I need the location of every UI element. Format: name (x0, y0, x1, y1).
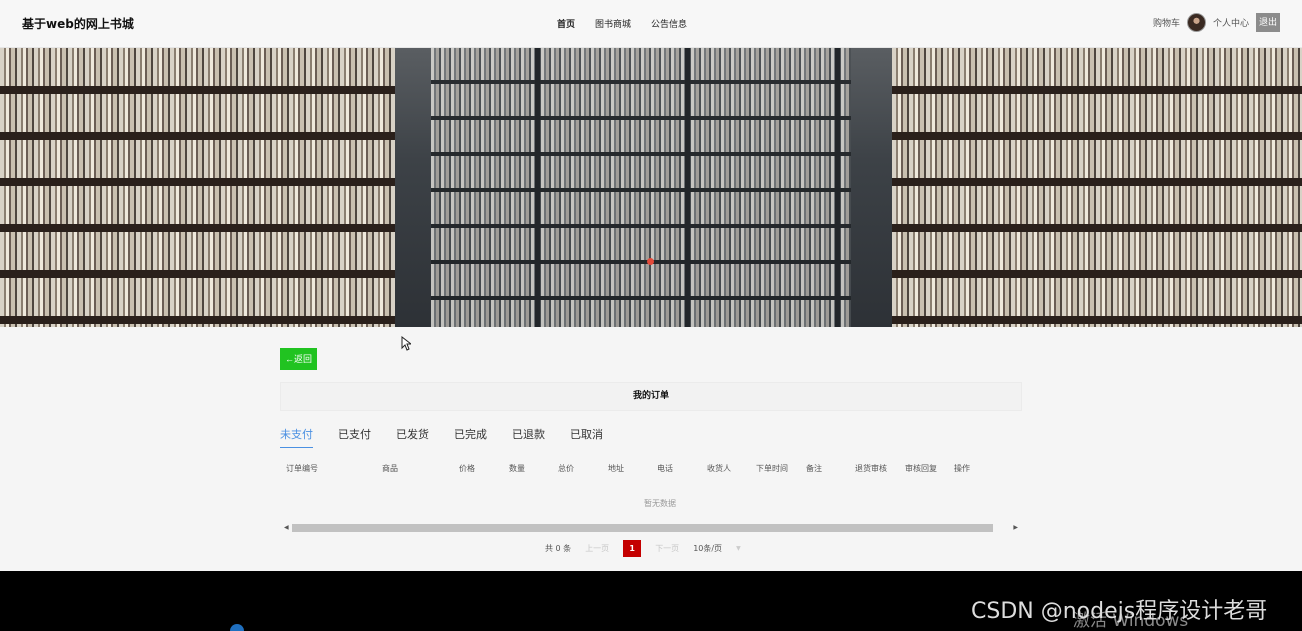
nav-home[interactable]: 首页 (557, 17, 575, 30)
nav-announcements[interactable]: 公告信息 (651, 17, 687, 30)
scroll-left-icon[interactable]: ◀ (284, 525, 289, 531)
profile-link[interactable]: 个人中心 (1213, 16, 1249, 29)
column-phone: 电话 (657, 464, 673, 473)
column-address: 地址 (608, 464, 624, 473)
pagination: 共 0 条 上一页 1 下一页 10条/页 ▼ (545, 540, 741, 557)
current-page-button[interactable]: 1 (623, 540, 642, 557)
table-horizontal-scrollbar[interactable]: ◀ ▶ (280, 522, 1022, 534)
back-button[interactable]: ←返回 (280, 348, 318, 370)
order-table-header: 订单编号 商品 价格 数量 总价 地址 电话 收货人 下单时间 备注 退货审核 … (280, 463, 1022, 477)
tab-shipped[interactable]: 已发货 (396, 426, 429, 448)
tab-completed[interactable]: 已完成 (454, 426, 487, 448)
orders-title: 我的订单 (280, 382, 1022, 411)
banner-bookshelf-left (0, 48, 395, 327)
tab-refunded[interactable]: 已退款 (512, 426, 545, 448)
column-order-number: 订单编号 (286, 464, 318, 473)
chevron-down-icon[interactable]: ▼ (736, 545, 741, 552)
scrollbar-thumb[interactable] (292, 524, 993, 532)
banner-indicator-dot[interactable] (647, 258, 654, 265)
order-status-tabs: 未支付 已支付 已发货 已完成 已退款 已取消 (280, 426, 628, 448)
library-banner (0, 48, 1302, 327)
column-return-review: 退货审核 (855, 464, 887, 473)
column-quantity: 数量 (509, 464, 525, 473)
next-page-button[interactable]: 下一页 (655, 543, 679, 554)
column-receiver: 收货人 (707, 464, 731, 473)
user-area: 购物车 个人中心 退出 (1153, 13, 1280, 32)
mouse-cursor-icon (401, 336, 411, 351)
empty-state-text: 暂无数据 (644, 499, 676, 508)
tab-paid[interactable]: 已支付 (338, 426, 371, 448)
column-actions: 操作 (954, 464, 970, 473)
page-size-select[interactable]: 10条/页 (693, 543, 722, 554)
scroll-right-icon[interactable]: ▶ (1013, 525, 1018, 531)
tab-cancelled[interactable]: 已取消 (570, 426, 603, 448)
main-nav: 首页 图书商城 公告信息 (557, 17, 687, 30)
nav-bookstore[interactable]: 图书商城 (595, 17, 631, 30)
column-price: 价格 (459, 464, 475, 473)
site-brand[interactable]: 基于web的网上书城 (22, 15, 134, 32)
logout-button[interactable]: 退出 (1255, 13, 1280, 32)
banner-bookshelf-right (892, 48, 1302, 327)
banner-library-aisle (395, 48, 892, 327)
page: 基于web的网上书城 首页 图书商城 公告信息 购物车 个人中心 退出 ←返回 … (0, 0, 1302, 631)
footer-logo-icon (230, 624, 244, 631)
column-order-time: 下单时间 (756, 464, 788, 473)
pagination-total: 共 0 条 (545, 544, 572, 553)
column-total: 总价 (558, 464, 574, 473)
tab-unpaid[interactable]: 未支付 (280, 426, 313, 448)
column-product: 商品 (382, 464, 398, 473)
csdn-watermark: CSDN @nodejs程序设计老哥 (971, 599, 1268, 624)
prev-page-button[interactable]: 上一页 (585, 543, 609, 554)
user-avatar[interactable] (1186, 13, 1206, 32)
top-header: 基于web的网上书城 首页 图书商城 公告信息 购物车 个人中心 退出 (0, 0, 1302, 48)
column-review-reply: 审核回复 (905, 464, 937, 473)
cart-link[interactable]: 购物车 (1153, 16, 1180, 29)
column-remark: 备注 (806, 464, 822, 473)
